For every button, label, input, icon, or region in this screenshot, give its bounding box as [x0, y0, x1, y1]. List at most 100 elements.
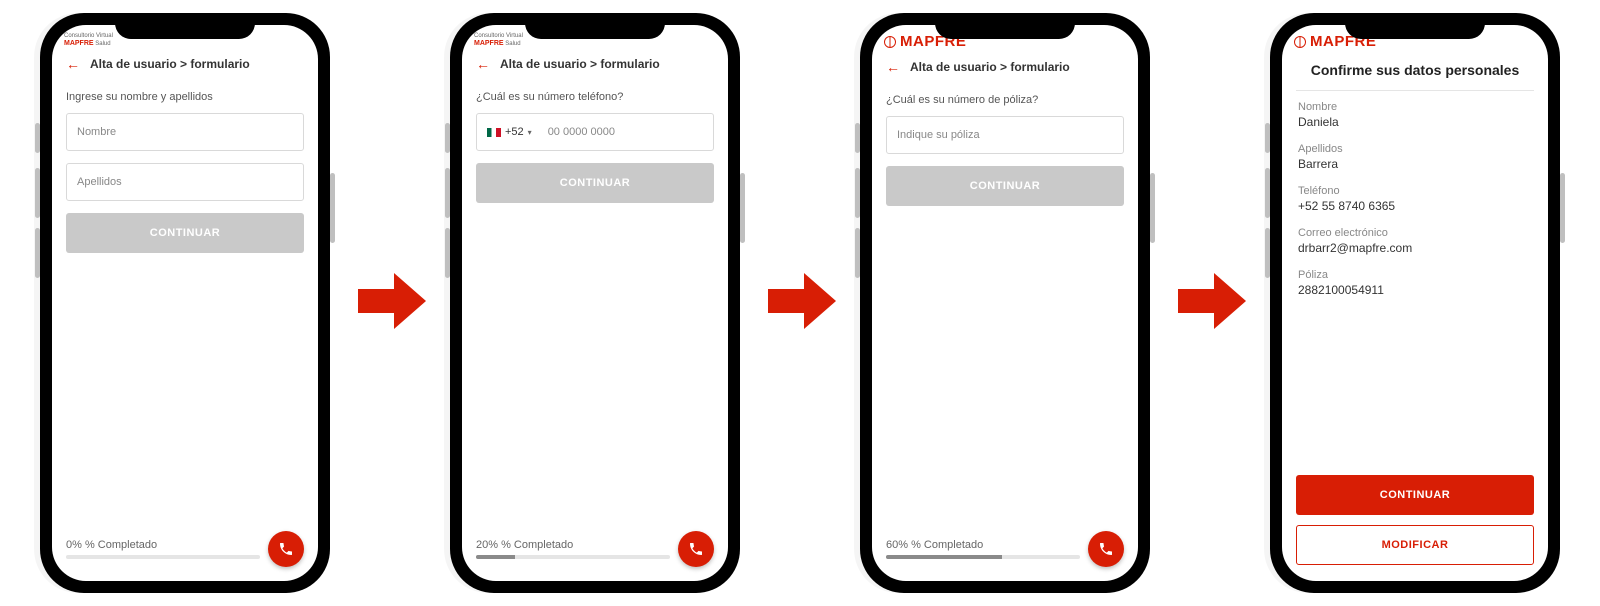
phone-frame-4: MAPFRE Confirme sus datos personales Nom… — [1270, 13, 1560, 593]
phone-frame-2: Consultorio Virtual MAPFRE Salud ← Alta … — [450, 13, 740, 593]
form-body: Ingrese su nombre y apellidos Nombre Ape… — [52, 81, 318, 523]
screen-1: Consultorio Virtual MAPFRE Salud ← Alta … — [52, 25, 318, 581]
phone-side-button — [1265, 168, 1270, 218]
phone-side-button — [855, 168, 860, 218]
lastname-value: Barrera — [1298, 157, 1532, 171]
form-prompt: ¿Cuál es su número teléfono? — [476, 91, 714, 103]
phone-notch — [1345, 13, 1485, 39]
phone-icon — [688, 541, 704, 557]
country-code-select[interactable]: +52 ▾ — [487, 126, 540, 138]
phone-side-button — [35, 168, 40, 218]
logo-mapfre-mini: MAPFRE — [64, 40, 94, 47]
breadcrumb: ← Alta de usuario > formulario — [462, 49, 728, 81]
phone-label: Teléfono — [1298, 185, 1532, 197]
screen-2: Consultorio Virtual MAPFRE Salud ← Alta … — [462, 25, 728, 581]
phone-side-button — [855, 228, 860, 278]
phone-input[interactable]: +52 ▾ 00 0000 0000 — [476, 113, 714, 151]
form-prompt: ¿Cuál es su número de póliza? — [886, 94, 1124, 106]
breadcrumb-text: Alta de usuario > formulario — [910, 60, 1070, 74]
divider — [1296, 90, 1534, 91]
logo-salud: Salud — [95, 41, 110, 47]
continue-button[interactable]: CONTINUAR — [66, 213, 304, 253]
call-fab[interactable] — [678, 531, 714, 567]
phone-side-button — [1150, 173, 1155, 243]
phone-notch — [115, 13, 255, 39]
back-arrow-icon[interactable]: ← — [476, 57, 490, 71]
phone-frame-3: MAPFRE ← Alta de usuario > formulario ¿C… — [860, 13, 1150, 593]
name-input[interactable]: Nombre — [66, 113, 304, 151]
phone-notch — [935, 13, 1075, 39]
flow-arrow-icon — [1170, 261, 1250, 346]
modify-button[interactable]: MODIFICAR — [1296, 525, 1534, 565]
progress-bar — [476, 555, 670, 559]
confirm-title: Confirme sus datos personales — [1282, 52, 1548, 90]
phone-side-button — [445, 123, 450, 153]
logo-mapfre-mini: MAPFRE — [474, 40, 504, 47]
footer: 0% % Completado — [52, 523, 318, 581]
form-body: ¿Cuál es su número teléfono? +52 ▾ 00 00… — [462, 81, 728, 523]
progress: 60% % Completado — [886, 539, 1080, 559]
progress-label: 20% % Completado — [476, 539, 670, 551]
continue-button[interactable]: CONTINUAR — [476, 163, 714, 203]
continue-button[interactable]: CONTINUAR — [886, 166, 1124, 206]
email-value: drbarr2@mapfre.com — [1298, 241, 1532, 255]
kv-lastname: Apellidos Barrera — [1282, 143, 1548, 171]
breadcrumb: ← Alta de usuario > formulario — [52, 49, 318, 81]
flow-arrow-icon — [760, 261, 840, 346]
breadcrumb-text: Alta de usuario > formulario — [90, 57, 250, 71]
policy-value: 2882100054911 — [1298, 283, 1532, 297]
country-code: +52 — [505, 126, 524, 138]
globe-icon — [1294, 36, 1306, 48]
back-arrow-icon[interactable]: ← — [66, 57, 80, 71]
breadcrumb-text: Alta de usuario > formulario — [500, 57, 660, 71]
breadcrumb: ← Alta de usuario > formulario — [872, 52, 1138, 84]
phone-side-button — [740, 173, 745, 243]
name-value: Daniela — [1298, 115, 1532, 129]
lastname-placeholder: Apellidos — [77, 176, 122, 188]
email-label: Correo electrónico — [1298, 227, 1532, 239]
policy-placeholder: Indique su póliza — [897, 129, 980, 141]
name-placeholder: Nombre — [77, 126, 116, 138]
phone-side-button — [35, 228, 40, 278]
chevron-down-icon: ▾ — [528, 128, 532, 137]
policy-label: Póliza — [1298, 269, 1532, 281]
phone-side-button — [1560, 173, 1565, 243]
phone-side-button — [330, 173, 335, 243]
spacer — [1282, 311, 1548, 465]
confirm-actions: CONTINUAR MODIFICAR — [1282, 465, 1548, 581]
logo-line1: Consultorio Virtual — [474, 33, 523, 40]
footer: 60% % Completado — [872, 523, 1138, 581]
form-body: ¿Cuál es su número de póliza? Indique su… — [872, 84, 1138, 523]
kv-policy: Póliza 2882100054911 — [1282, 269, 1548, 297]
progress-label: 0% % Completado — [66, 539, 260, 551]
phone-value: +52 55 8740 6365 — [1298, 199, 1532, 213]
phone-side-button — [1265, 228, 1270, 278]
back-arrow-icon[interactable]: ← — [886, 60, 900, 74]
phone-side-button — [445, 168, 450, 218]
policy-input[interactable]: Indique su póliza — [886, 116, 1124, 154]
lastname-input[interactable]: Apellidos — [66, 163, 304, 201]
phone-notch — [525, 13, 665, 39]
form-prompt: Ingrese su nombre y apellidos — [66, 91, 304, 103]
phone-side-button — [35, 123, 40, 153]
progress-label: 60% % Completado — [886, 539, 1080, 551]
call-fab[interactable] — [1088, 531, 1124, 567]
globe-icon — [884, 36, 896, 48]
phone-frame-1: Consultorio Virtual MAPFRE Salud ← Alta … — [40, 13, 330, 593]
lastname-label: Apellidos — [1298, 143, 1532, 155]
call-fab[interactable] — [268, 531, 304, 567]
progress-fill — [476, 555, 515, 559]
phone-placeholder: 00 0000 0000 — [548, 126, 615, 138]
kv-email: Correo electrónico drbarr2@mapfre.com — [1282, 227, 1548, 255]
phone-side-button — [445, 228, 450, 278]
kv-name: Nombre Daniela — [1282, 101, 1548, 129]
phone-icon — [1098, 541, 1114, 557]
footer: 20% % Completado — [462, 523, 728, 581]
flag-mx-icon — [487, 128, 501, 137]
continue-button[interactable]: CONTINUAR — [1296, 475, 1534, 515]
logo-salud: Salud — [505, 41, 520, 47]
screen-4: MAPFRE Confirme sus datos personales Nom… — [1282, 25, 1548, 581]
consultorio-logo: Consultorio Virtual MAPFRE Salud — [64, 33, 113, 47]
progress-fill — [886, 555, 1002, 559]
kv-phone: Teléfono +52 55 8740 6365 — [1282, 185, 1548, 213]
